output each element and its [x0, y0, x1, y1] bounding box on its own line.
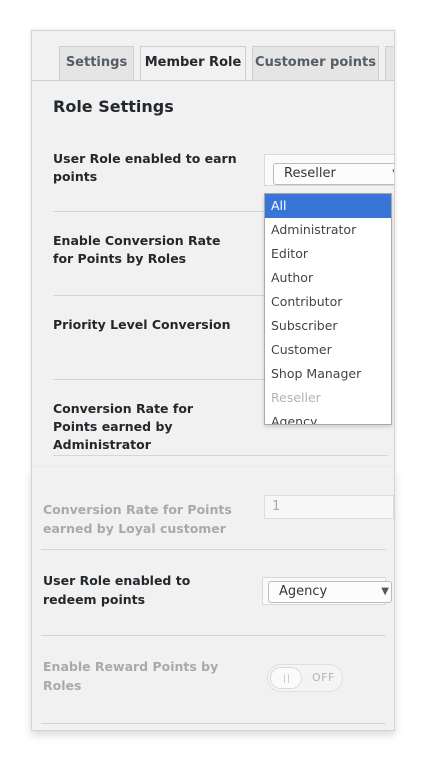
toggle-state-label: OFF [312, 671, 335, 684]
reward-by-roles-toggle[interactable]: OFF [267, 664, 343, 692]
reward-by-roles-label: Enable Reward Points by Roles [43, 659, 219, 693]
settings-panel: Settings Member Role Customer points Rol… [31, 30, 395, 470]
option-administrator[interactable]: Administrator [265, 218, 391, 242]
option-subscriber[interactable]: Subscriber [265, 314, 391, 338]
row-divider [41, 635, 386, 636]
option-customer[interactable]: Customer [265, 338, 391, 362]
redeem-role-selected: Agency [279, 584, 328, 599]
tab-divider [32, 80, 394, 81]
tab-overflow[interactable] [385, 46, 394, 80]
option-agency[interactable]: Agency [265, 410, 391, 424]
option-shop-manager[interactable]: Shop Manager [265, 362, 391, 386]
earn-role-selected: Reseller [284, 166, 336, 181]
settings-panel-continued: Conversion Rate for Points earned by Loy… [31, 468, 395, 731]
earn-role-select-wrapper: Reseller ▼ [264, 154, 394, 186]
option-reseller: Reseller [271, 390, 321, 405]
earn-role-label: User Role enabled to earn points [53, 151, 237, 184]
redeem-role-select[interactable]: Agency ▼ [268, 581, 392, 603]
earn-role-select[interactable]: Reseller ▼ [273, 163, 394, 185]
priority-label: Priority Level Conversion [53, 317, 231, 332]
redeem-role-select-wrapper: Agency ▼ [262, 577, 392, 605]
row-divider [41, 723, 386, 724]
option-contributor[interactable]: Contributor [265, 290, 391, 314]
tab-customer-points[interactable]: Customer points [252, 46, 379, 80]
chevron-down-icon: ▼ [392, 164, 394, 184]
option-all[interactable]: All [265, 194, 391, 218]
conversion-by-role-label: Enable Conversion Rate for Points by Rol… [53, 233, 221, 266]
settings-rows: Conversion Rate for Points earned by Loy… [41, 476, 394, 726]
row-divider [41, 549, 386, 550]
option-editor[interactable]: Editor [265, 242, 391, 266]
tab-settings[interactable]: Settings [59, 46, 134, 80]
tab-member-role[interactable]: Member Role [140, 46, 246, 81]
admin-rate-label: Conversion Rate for Points earned by Adm… [53, 401, 194, 452]
page-title: Role Settings [53, 97, 174, 116]
row-divider [53, 455, 388, 456]
option-author[interactable]: Author [265, 266, 391, 290]
loyal-rate-input[interactable]: 1 [264, 495, 394, 519]
redeem-role-label: User Role enabled to redeem points [43, 573, 191, 607]
toggle-knob [270, 667, 302, 689]
chevron-down-icon: ▼ [381, 586, 389, 597]
loyal-rate-label: Conversion Rate for Points earned by Loy… [43, 502, 232, 536]
role-dropdown-list: All Administrator Editor Author Contribu… [264, 193, 392, 425]
